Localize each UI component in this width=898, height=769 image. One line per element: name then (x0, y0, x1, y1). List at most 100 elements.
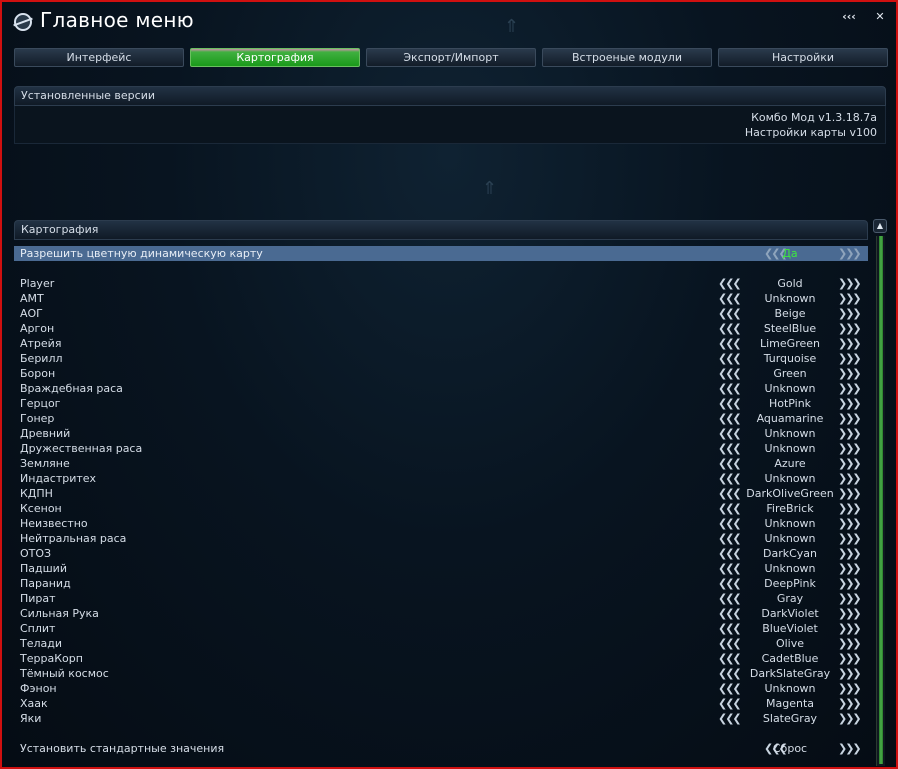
prev-value-icon[interactable]: ❮❮❮ (718, 441, 744, 456)
next-value-icon[interactable]: ❯❯❯ (838, 546, 864, 561)
faction-color-row[interactable]: АОГ ❮❮❮ Beige ❯❯❯ (14, 306, 868, 321)
next-value-icon[interactable]: ❯❯❯ (838, 711, 864, 726)
next-value-icon[interactable]: ❯❯❯ (838, 651, 864, 666)
prev-value-icon[interactable]: ❮❮❮ (718, 516, 744, 531)
faction-color-row[interactable]: КДПН ❮❮❮ DarkOliveGreen ❯❯❯ (14, 486, 868, 501)
faction-color-row[interactable]: Аргон ❮❮❮ SteelBlue ❯❯❯ (14, 321, 868, 336)
prev-value-icon[interactable]: ❮❮❮ (718, 591, 744, 606)
tab-builtin-modules[interactable]: Встроеные модули (542, 48, 712, 67)
prev-value-icon[interactable]: ❮❮❮ (718, 456, 744, 471)
prev-value-icon[interactable]: ❮❮❮ (718, 606, 744, 621)
faction-color-row[interactable]: Паранид ❮❮❮ DeepPink ❯❯❯ (14, 576, 868, 591)
next-value-icon[interactable]: ❯❯❯ (838, 666, 864, 681)
faction-color-row[interactable]: ОТОЗ ❮❮❮ DarkCyan ❯❯❯ (14, 546, 868, 561)
next-value-icon[interactable]: ❯❯❯ (838, 681, 864, 696)
prev-value-icon[interactable]: ❮❮❮ (718, 651, 744, 666)
faction-color-row[interactable]: Борон ❮❮❮ Green ❯❯❯ (14, 366, 868, 381)
faction-color-row[interactable]: Герцог ❮❮❮ HotPink ❯❯❯ (14, 396, 868, 411)
next-value-icon[interactable]: ❯❯❯ (838, 246, 864, 261)
faction-color-row[interactable]: Падший ❮❮❮ Unknown ❯❯❯ (14, 561, 868, 576)
prev-value-icon[interactable]: ❮❮❮ (718, 621, 744, 636)
next-value-icon[interactable]: ❯❯❯ (838, 276, 864, 291)
prev-value-icon[interactable]: ❮❮❮ (718, 471, 744, 486)
prev-value-icon[interactable]: ❮❮❮ (718, 561, 744, 576)
prev-value-icon[interactable]: ❮❮❮ (718, 321, 744, 336)
next-value-icon[interactable]: ❯❯❯ (838, 471, 864, 486)
next-value-icon[interactable]: ❯❯❯ (838, 336, 864, 351)
prev-value-icon[interactable]: ❮❮❮ (718, 486, 744, 501)
next-value-icon[interactable]: ❯❯❯ (838, 456, 864, 471)
next-value-icon[interactable]: ❯❯❯ (838, 486, 864, 501)
prev-value-icon[interactable]: ❮❮❮ (718, 411, 744, 426)
next-value-icon[interactable]: ❯❯❯ (838, 396, 864, 411)
faction-color-row[interactable]: Телади ❮❮❮ Olive ❯❯❯ (14, 636, 868, 651)
next-value-icon[interactable]: ❯❯❯ (838, 621, 864, 636)
next-value-icon[interactable]: ❯❯❯ (838, 591, 864, 606)
scrollbar-thumb[interactable] (879, 236, 883, 764)
prev-value-icon[interactable]: ❮❮❮ (718, 291, 744, 306)
faction-color-row[interactable]: Берилл ❮❮❮ Turquoise ❯❯❯ (14, 351, 868, 366)
next-value-icon[interactable]: ❯❯❯ (838, 306, 864, 321)
next-value-icon[interactable]: ❯❯❯ (838, 606, 864, 621)
prev-value-icon[interactable]: ❮❮❮ (718, 576, 744, 591)
prev-value-icon[interactable]: ❮❮❮ (718, 381, 744, 396)
prev-value-icon[interactable]: ❮❮❮ (718, 366, 744, 381)
faction-color-row[interactable]: Враждебная раса ❮❮❮ Unknown ❯❯❯ (14, 381, 868, 396)
faction-color-row[interactable]: Пират ❮❮❮ Gray ❯❯❯ (14, 591, 868, 606)
faction-color-row[interactable]: ТерраКорп ❮❮❮ CadetBlue ❯❯❯ (14, 651, 868, 666)
prev-value-icon[interactable]: ❮❮❮ (718, 696, 744, 711)
prev-value-icon[interactable]: ❮❮❮ (718, 636, 744, 651)
faction-color-row[interactable]: Нейтральная раса ❮❮❮ Unknown ❯❯❯ (14, 531, 868, 546)
next-value-icon[interactable]: ❯❯❯ (838, 516, 864, 531)
next-value-icon[interactable]: ❯❯❯ (838, 426, 864, 441)
prev-value-icon[interactable]: ❮❮❮ (718, 501, 744, 516)
faction-color-row[interactable]: Сплит ❮❮❮ BlueViolet ❯❯❯ (14, 621, 868, 636)
next-value-icon[interactable]: ❯❯❯ (838, 351, 864, 366)
close-button[interactable]: ✕ (870, 10, 890, 24)
next-value-icon[interactable]: ❯❯❯ (838, 696, 864, 711)
reset-button[interactable]: Сброс (744, 741, 836, 756)
faction-color-row[interactable]: Фэнон ❮❮❮ Unknown ❯❯❯ (14, 681, 868, 696)
faction-color-row[interactable]: Хаак ❮❮❮ Magenta ❯❯❯ (14, 696, 868, 711)
prev-value-icon[interactable]: ❮❮❮ (718, 666, 744, 681)
faction-color-row[interactable]: Тёмный космос ❮❮❮ DarkSlateGray ❯❯❯ (14, 666, 868, 681)
faction-color-row[interactable]: Player ❮❮❮ Gold ❯❯❯ (14, 276, 868, 291)
prev-value-icon[interactable]: ❮❮❮ (718, 426, 744, 441)
prev-value-icon[interactable]: ❮❮❮ (718, 546, 744, 561)
faction-color-row[interactable]: Гонер ❮❮❮ Aquamarine ❯❯❯ (14, 411, 868, 426)
tab-cartography[interactable]: Картография (190, 48, 360, 67)
next-value-icon[interactable]: ❯❯❯ (838, 501, 864, 516)
faction-color-row[interactable]: Земляне ❮❮❮ Azure ❯❯❯ (14, 456, 868, 471)
tab-export-import[interactable]: Экспорт/Импорт (366, 48, 536, 67)
prev-value-icon[interactable]: ❮❮❮ (718, 351, 744, 366)
prev-value-icon[interactable]: ❮❮❮ (718, 681, 744, 696)
prev-value-icon[interactable]: ❮❮❮ (718, 276, 744, 291)
next-value-icon[interactable]: ❯❯❯ (838, 531, 864, 546)
next-value-icon[interactable]: ❯❯❯ (838, 741, 864, 756)
prev-value-icon[interactable]: ❮❮❮ (718, 336, 744, 351)
scroll-up-icon[interactable]: ▲ (873, 219, 887, 233)
faction-color-row[interactable]: Атрейя ❮❮❮ LimeGreen ❯❯❯ (14, 336, 868, 351)
prev-value-icon[interactable]: ❮❮❮ (718, 711, 744, 726)
toggle-row-dynamic-map[interactable]: Разрешить цветную динамическую карту ❮❮❮… (14, 246, 868, 261)
prev-value-icon[interactable]: ❮❮❮ (718, 531, 744, 546)
next-value-icon[interactable]: ❯❯❯ (838, 576, 864, 591)
collapse-button[interactable]: ‹‹‹ (834, 10, 864, 24)
faction-color-row[interactable]: Древний ❮❮❮ Unknown ❯❯❯ (14, 426, 868, 441)
faction-color-row[interactable]: Неизвестно ❮❮❮ Unknown ❯❯❯ (14, 516, 868, 531)
reset-row[interactable]: Установить стандартные значения ❮❮❮ Сбро… (14, 741, 868, 756)
faction-color-row[interactable]: Яки ❮❮❮ SlateGray ❯❯❯ (14, 711, 868, 726)
faction-color-row[interactable]: Сильная Рука ❮❮❮ DarkViolet ❯❯❯ (14, 606, 868, 621)
faction-color-row[interactable]: АМТ ❮❮❮ Unknown ❯❯❯ (14, 291, 868, 306)
faction-color-row[interactable]: Дружественная раса ❮❮❮ Unknown ❯❯❯ (14, 441, 868, 456)
prev-value-icon[interactable]: ❮❮❮ (718, 396, 744, 411)
next-value-icon[interactable]: ❯❯❯ (838, 366, 864, 381)
tab-settings[interactable]: Настройки (718, 48, 888, 67)
next-value-icon[interactable]: ❯❯❯ (838, 561, 864, 576)
next-value-icon[interactable]: ❯❯❯ (838, 636, 864, 651)
tab-interface[interactable]: Интерфейс (14, 48, 184, 67)
next-value-icon[interactable]: ❯❯❯ (838, 411, 864, 426)
next-value-icon[interactable]: ❯❯❯ (838, 381, 864, 396)
faction-color-row[interactable]: Ксенон ❮❮❮ FireBrick ❯❯❯ (14, 501, 868, 516)
faction-color-row[interactable]: Индастритех ❮❮❮ Unknown ❯❯❯ (14, 471, 868, 486)
